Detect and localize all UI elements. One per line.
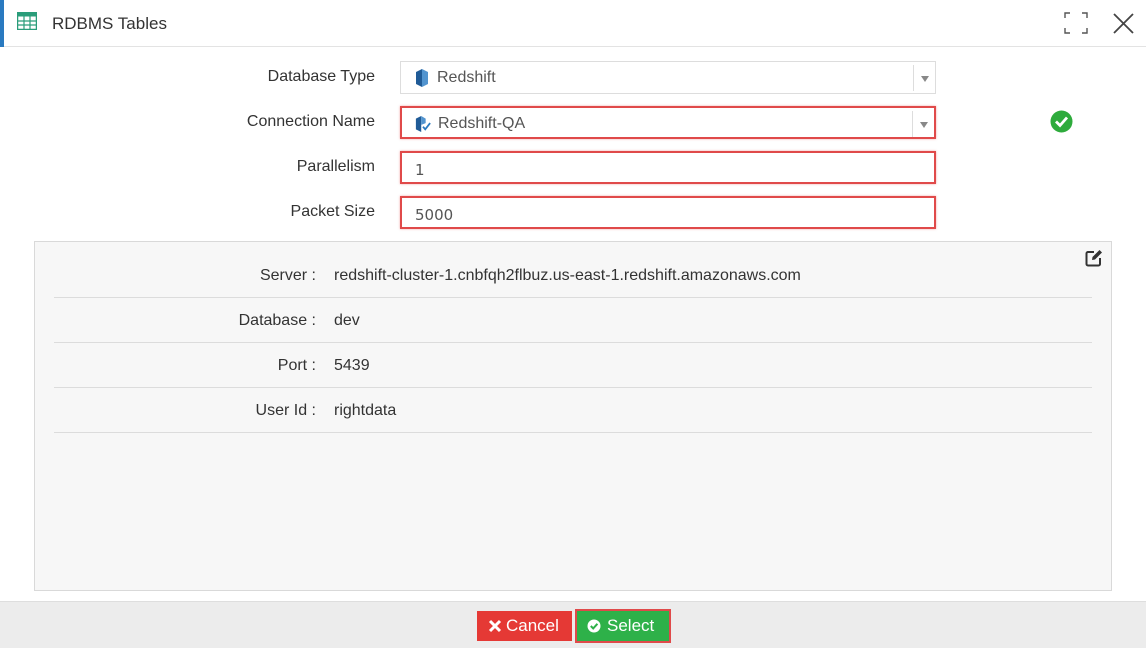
cancel-button[interactable]: Cancel (477, 611, 572, 641)
dropdown-toggle[interactable] (913, 65, 935, 91)
redshift-connection-icon (415, 116, 431, 132)
detail-key: Port : (277, 357, 316, 374)
check-circle-icon (587, 619, 601, 633)
titlebar-accent (0, 0, 4, 47)
packet-size-label: Packet Size (290, 203, 375, 220)
parallelism-input[interactable]: 1 (400, 151, 936, 184)
detail-value: dev (334, 312, 360, 329)
close-icon (488, 619, 502, 633)
packet-size-input[interactable]: 5000 (400, 196, 936, 229)
maximize-icon[interactable] (1064, 12, 1088, 34)
select-button-label: Select (607, 616, 655, 635)
detail-value: redshift-cluster-1.cnbfqh2flbuz.us-east-… (334, 267, 801, 284)
packet-size-value: 5000 (415, 206, 454, 224)
cancel-button-label: Cancel (506, 616, 559, 635)
connection-name-label: Connection Name (246, 113, 375, 130)
detail-row-server: Server : redshift-cluster-1.cnbfqh2flbuz… (54, 253, 1092, 298)
table-grid-icon (17, 12, 37, 30)
dialog-title: RDBMS Tables (52, 14, 167, 33)
parallelism-label: Parallelism (296, 158, 375, 175)
dialog-titlebar: RDBMS Tables (0, 0, 1146, 47)
chevron-down-icon (920, 122, 928, 128)
detail-key: Server : (259, 267, 316, 284)
database-type-label: Database Type (267, 68, 375, 85)
detail-row-database: Database : dev (54, 298, 1092, 343)
detail-key: Database : (238, 312, 316, 329)
close-icon[interactable] (1112, 12, 1135, 35)
detail-row-port: Port : 5439 (54, 343, 1092, 388)
detail-value: rightdata (334, 402, 397, 419)
connection-name-value: Redshift-QA (438, 115, 526, 132)
chevron-down-icon (921, 76, 929, 82)
detail-value: 5439 (334, 357, 370, 374)
database-type-value: Redshift (437, 69, 496, 86)
select-button[interactable]: Select (575, 609, 671, 643)
parallelism-value: 1 (415, 161, 425, 179)
redshift-icon (416, 69, 428, 87)
dialog-footer: Cancel Select (0, 601, 1146, 648)
detail-row-user-id: User Id : rightdata (54, 388, 1092, 433)
dropdown-toggle[interactable] (912, 111, 934, 137)
connection-name-select[interactable]: Redshift-QA (400, 106, 936, 139)
detail-key: User Id : (255, 402, 316, 419)
check-circle-icon (1050, 110, 1073, 133)
database-type-select[interactable]: Redshift (400, 61, 936, 94)
